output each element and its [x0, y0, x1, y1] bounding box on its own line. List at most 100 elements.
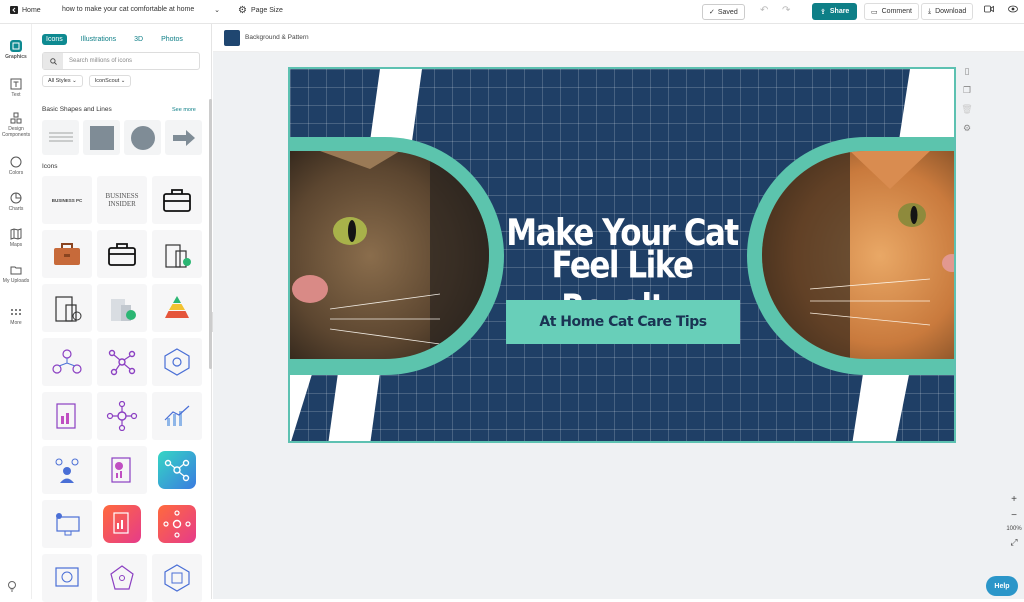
filter-row: All Styles ⌄ IconScout ⌄ — [42, 75, 132, 87]
monitor-person-icon — [56, 513, 80, 536]
icon-tile[interactable]: BUSINESS PC — [42, 176, 92, 224]
zoom-level[interactable]: 100% — [1004, 526, 1024, 532]
rail-label: Colors — [8, 170, 24, 176]
comment-button[interactable]: ▭ Comment — [864, 3, 919, 20]
background-pattern-label[interactable]: Background & Pattern — [245, 34, 309, 41]
tab-photos[interactable]: Photos — [157, 34, 187, 45]
graphics-panel: Icons Illustrations 3D Photos Search mil… — [32, 24, 212, 602]
rail-item-text[interactable]: Text — [0, 78, 32, 98]
tab-illustrations[interactable]: Illustrations — [77, 34, 120, 45]
undo-icon[interactable]: ↶ — [760, 5, 768, 16]
icon-tile[interactable] — [97, 554, 147, 602]
icon-tile[interactable] — [97, 284, 147, 332]
add-page-icon[interactable]: ▯ — [960, 66, 974, 80]
comment-icon: ▭ — [871, 8, 878, 16]
icon-tile[interactable] — [97, 500, 147, 548]
search-input[interactable]: Search millions of icons — [69, 58, 132, 64]
back-icon — [10, 6, 18, 14]
source-filter[interactable]: IconScout ⌄ — [88, 75, 132, 87]
icon-tile[interactable] — [152, 338, 202, 386]
saved-label: Saved — [717, 8, 738, 16]
team-network-icon — [52, 349, 82, 374]
saved-button[interactable]: ✓ Saved — [702, 4, 745, 20]
shape-arrow[interactable] — [165, 120, 202, 155]
report-gradient-icon — [103, 505, 141, 543]
nodes-icon — [108, 349, 136, 376]
shape-lines[interactable] — [42, 120, 79, 155]
icon-tile[interactable] — [152, 230, 202, 278]
zoom-out-icon[interactable]: − — [1004, 510, 1024, 521]
office-building-icon — [165, 244, 191, 268]
style-filter[interactable]: All Styles ⌄ — [42, 75, 83, 87]
arrow-right-icon — [172, 129, 195, 146]
zoom-in-icon[interactable]: + — [1004, 494, 1024, 505]
download-label: Download — [935, 8, 967, 15]
icon-tile[interactable] — [152, 554, 202, 602]
hub-gradient-icon — [158, 505, 196, 543]
share-button[interactable]: ⇪ Share — [812, 3, 858, 20]
icon-tile[interactable] — [152, 446, 202, 494]
icon-tile[interactable]: BUSINESS INSIDER — [97, 176, 147, 224]
left-rail: Graphics Text Design Components Colors C… — [0, 24, 32, 599]
square-icon — [89, 125, 114, 150]
icon-tile[interactable] — [97, 392, 147, 440]
icon-tile[interactable] — [42, 392, 92, 440]
icon-tile[interactable] — [42, 230, 92, 278]
background-swatch[interactable] — [224, 30, 240, 46]
video-icon[interactable] — [984, 5, 994, 15]
share-icon: ⇪ — [820, 8, 826, 16]
help-button[interactable]: Help — [986, 576, 1018, 596]
gear-icon: ⚙ — [238, 5, 247, 16]
business-insider-logo-line2: INSIDER — [108, 200, 136, 208]
design-canvas[interactable]: Make Your Cat Feel Like Royalty At Home … — [288, 67, 956, 443]
preview-eye-icon[interactable] — [1008, 5, 1018, 15]
icon-search[interactable]: Search millions of icons — [42, 52, 200, 70]
icon-tile[interactable] — [152, 392, 202, 440]
rail-item-design-components[interactable]: Design Components — [0, 112, 32, 138]
document-title: how to make your cat comfortable at home — [62, 6, 195, 13]
icon-tile[interactable] — [97, 338, 147, 386]
download-button[interactable]: ⤓ Download — [921, 3, 974, 20]
document-title-dropdown[interactable]: how to make your cat comfortable at home… — [62, 6, 220, 14]
rail-item-charts[interactable]: Charts — [0, 192, 32, 212]
icon-tile[interactable] — [152, 284, 202, 332]
design-subtitle-box[interactable]: At Home Cat Care Tips — [506, 300, 740, 344]
icon-tile[interactable] — [42, 284, 92, 332]
icon-tile[interactable] — [42, 500, 92, 548]
rail-label: Charts — [8, 206, 24, 212]
icons-title: Icons — [42, 163, 58, 170]
rail-item-graphics[interactable]: Graphics — [0, 40, 32, 60]
page-tools: ▯ ❐ 🗑 ⚙ — [960, 66, 974, 142]
folder-icon — [10, 266, 22, 275]
rail-item-colors[interactable]: Colors — [0, 156, 32, 176]
map-icon — [10, 228, 22, 240]
duplicate-page-icon[interactable]: ❐ — [960, 85, 974, 99]
icon-tile[interactable] — [152, 176, 202, 224]
tab-icons[interactable]: Icons — [42, 34, 67, 45]
zoom-controls: + − 100% ⤢ — [1004, 494, 1024, 553]
background-bar: Background & Pattern — [213, 24, 1024, 52]
see-more-link[interactable]: See more — [172, 107, 196, 113]
icon-tile[interactable] — [42, 338, 92, 386]
basic-shapes-title: Basic Shapes and Lines — [42, 106, 112, 113]
redo-icon[interactable]: ↷ — [782, 5, 790, 16]
tab-3d[interactable]: 3D — [130, 34, 147, 45]
briefcase-outline-icon — [163, 189, 191, 212]
page-settings-icon[interactable]: ⚙ — [960, 123, 974, 137]
delete-page-icon[interactable]: 🗑 — [960, 104, 974, 118]
shape-circle[interactable] — [124, 120, 161, 155]
rail-item-maps[interactable]: Maps — [0, 228, 32, 248]
icon-tile[interactable] — [42, 446, 92, 494]
rail-label: More — [10, 320, 22, 326]
shape-square[interactable] — [83, 120, 120, 155]
icon-tile[interactable] — [97, 446, 147, 494]
rail-item-my-uploads[interactable]: My Uploads — [0, 264, 32, 284]
rail-item-more[interactable]: More — [0, 306, 32, 326]
icon-tile[interactable] — [97, 230, 147, 278]
home-button[interactable]: Home — [10, 6, 41, 14]
lightbulb-icon[interactable] — [6, 580, 18, 592]
icon-tile[interactable] — [152, 500, 202, 548]
page-size-button[interactable]: ⚙ Page Size — [238, 5, 283, 16]
icon-tile[interactable] — [42, 554, 92, 602]
fit-screen-icon[interactable]: ⤢ — [1004, 537, 1024, 548]
